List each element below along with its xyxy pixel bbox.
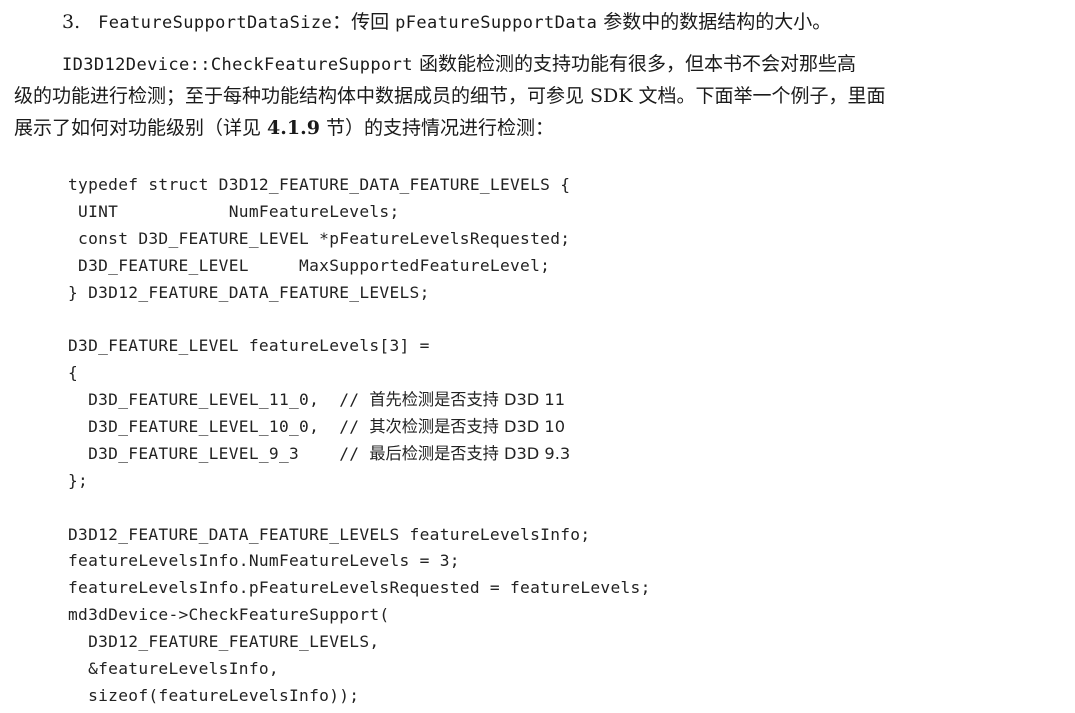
code-line: &featureLevelsInfo,	[68, 656, 651, 683]
code-line: D3D12_FEATURE_FEATURE_LEVELS,	[68, 629, 651, 656]
paragraph-line-3-text-a: 展示了如何对功能级别（详见	[14, 117, 268, 139]
code-line: };	[68, 468, 651, 495]
numbered-item: 3. FeatureSupportDataSize：传回 pFeatureSupp…	[14, 6, 1064, 39]
item-text-a: ：传回	[332, 11, 396, 33]
code-line: D3D_FEATURE_LEVEL_9_3 // 最后检测是否支持 D3D 9.…	[68, 441, 651, 468]
code-line: UINT NumFeatureLevels;	[68, 199, 651, 226]
code-listing: typedef struct D3D12_FEATURE_DATA_FEATUR…	[68, 172, 651, 710]
code-comment: 其次检测是否支持 D3D 10	[369, 417, 565, 437]
item-text-b: 参数中的数据结构的大小。	[597, 11, 832, 33]
code-line: D3D12_FEATURE_DATA_FEATURE_LEVELS featur…	[68, 522, 651, 549]
code-line: const D3D_FEATURE_LEVEL *pFeatureLevelsR…	[68, 226, 651, 253]
code-line: D3D_FEATURE_LEVEL_10_0, // 其次检测是否支持 D3D …	[68, 414, 651, 441]
code-line: } D3D12_FEATURE_DATA_FEATURE_LEVELS;	[68, 280, 651, 307]
code-line: featureLevelsInfo.pFeatureLevelsRequeste…	[68, 575, 651, 602]
item-term: FeatureSupportDataSize	[98, 13, 333, 33]
code-line: md3dDevice->CheckFeatureSupport(	[68, 602, 651, 629]
body-paragraph: ID3D12Device::CheckFeatureSupport 函数能检测的…	[14, 48, 1064, 144]
function-name: ID3D12Device::CheckFeatureSupport	[62, 55, 413, 75]
item-number: 3.	[62, 11, 81, 33]
code-text: D3D12_FEATURE_FEATURE_LEVELS,	[68, 632, 380, 652]
code-text: D3D_FEATURE_LEVEL_11_0, //	[68, 390, 370, 410]
section-reference: 4.1.9	[267, 117, 320, 139]
code-text: &featureLevelsInfo,	[68, 659, 279, 679]
code-text: typedef struct D3D12_FEATURE_DATA_FEATUR…	[68, 175, 571, 194]
paragraph-line-3-text-b: 节）的支持情况进行检测：	[319, 117, 554, 139]
paragraph-line-1-text: 函数能检测的支持功能有很多，但本书不会对那些高	[412, 53, 856, 75]
code-line: typedef struct D3D12_FEATURE_DATA_FEATUR…	[68, 172, 651, 199]
code-text: };	[68, 470, 89, 490]
code-line: sizeof(featureLevelsInfo));	[68, 683, 651, 710]
code-text: const D3D_FEATURE_LEVEL *pFeatureLevelsR…	[68, 228, 571, 248]
code-line: {	[68, 360, 651, 387]
code-line: D3D_FEATURE_LEVEL MaxSupportedFeatureLev…	[68, 253, 651, 280]
paragraph-line-3: 展示了如何对功能级别（详见 4.1.9 节）的支持情况进行检测：	[14, 112, 1064, 144]
code-text: D3D12_FEATURE_DATA_FEATURE_LEVELS featur…	[68, 524, 591, 544]
item-param: pFeatureSupportData	[395, 13, 598, 33]
code-text: md3dDevice->CheckFeatureSupport(	[68, 605, 390, 625]
code-text: D3D_FEATURE_LEVEL MaxSupportedFeatureLev…	[68, 255, 551, 275]
code-text: D3D_FEATURE_LEVEL featureLevels[3] =	[68, 336, 430, 356]
code-text: featureLevelsInfo.NumFeatureLevels = 3;	[68, 551, 460, 571]
code-line: featureLevelsInfo.NumFeatureLevels = 3;	[68, 548, 651, 575]
code-line: D3D_FEATURE_LEVEL featureLevels[3] =	[68, 333, 651, 360]
code-text: featureLevelsInfo.pFeatureLevelsRequeste…	[68, 578, 651, 598]
code-text: D3D_FEATURE_LEVEL_9_3 //	[68, 443, 370, 463]
code-text: } D3D12_FEATURE_DATA_FEATURE_LEVELS;	[68, 282, 430, 302]
code-comment: 首先检测是否支持 D3D 11	[369, 390, 565, 410]
code-text: sizeof(featureLevelsInfo));	[68, 685, 360, 705]
code-text: UINT NumFeatureLevels;	[68, 201, 400, 221]
code-text: D3D_FEATURE_LEVEL_10_0, //	[68, 417, 370, 437]
paragraph-line-2: 级的功能进行检测；至于每种功能结构体中数据成员的细节，可参见 SDK 文档。下面…	[14, 85, 886, 107]
code-comment: 最后检测是否支持 D3D 9.3	[369, 443, 571, 463]
code-line: D3D_FEATURE_LEVEL_11_0, // 首先检测是否支持 D3D …	[68, 387, 651, 414]
document-page: 3. FeatureSupportDataSize：传回 pFeatureSupp…	[0, 0, 1075, 713]
paragraph-line-1: ID3D12Device::CheckFeatureSupport 函数能检测的…	[14, 48, 1064, 80]
code-text: {	[68, 363, 79, 383]
